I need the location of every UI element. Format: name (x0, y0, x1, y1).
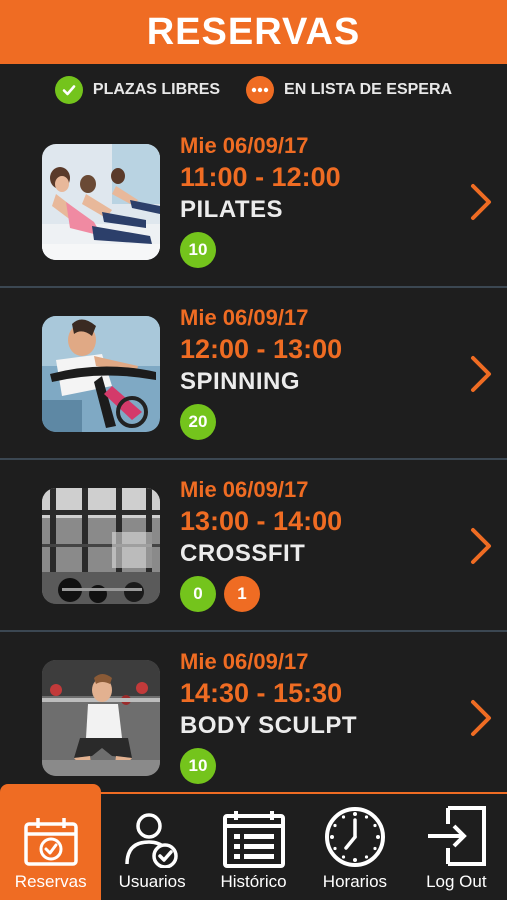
calendar-list-icon (222, 811, 285, 868)
class-time: 14:30 - 15:30 (180, 678, 343, 708)
class-time: 13:00 - 14:00 (180, 506, 343, 536)
free-spots-badge: 10 (180, 232, 216, 268)
class-card-body-sculpt[interactable]: Mie 06/09/17 14:30 - 15:30 BODY SCULPT 1… (0, 632, 507, 804)
bottom-nav: Reservas Usuarios Histórico Horarios Log… (0, 784, 507, 900)
nav-horarios[interactable]: Horarios (304, 794, 405, 900)
class-date: Mie 06/09/17 (180, 133, 309, 158)
nav-historico-label: Histórico (220, 872, 287, 891)
calendar-check-icon (23, 818, 78, 866)
chevron-right-icon[interactable] (469, 354, 493, 394)
nav-horarios-label: Horarios (322, 872, 388, 891)
class-name: BODY SCULPT (180, 712, 358, 739)
class-name: CROSSFIT (180, 540, 306, 567)
header-bar: RESERVAS (0, 0, 507, 64)
class-card-crossfit[interactable]: Mie 06/09/17 13:00 - 14:00 CROSSFIT 0 1 (0, 460, 507, 632)
waitlist-badge: 1 (224, 576, 260, 612)
crossfit-photo (42, 488, 160, 604)
class-list: Mie 06/09/17 11:00 - 12:00 PILATES 10 Mi… (0, 116, 507, 804)
nav-historico[interactable]: Histórico (203, 794, 304, 900)
class-info: Mie 06/09/17 13:00 - 14:00 CROSSFIT 0 1 (180, 476, 342, 612)
class-card-spinning[interactable]: Mie 06/09/17 12:00 - 13:00 SPINNING 20 (0, 288, 507, 460)
class-date: Mie 06/09/17 (180, 305, 309, 330)
more-dots-icon (246, 76, 275, 104)
legend-free-label: PLAZAS LIBRES (92, 81, 221, 98)
class-name: SPINNING (180, 368, 301, 395)
nav-usuarios[interactable]: Usuarios (101, 794, 202, 900)
legend: PLAZAS LIBRES EN LISTA DE ESPERA (0, 64, 507, 116)
nav-logout[interactable]: Log Out (406, 794, 507, 900)
check-circle-icon (54, 76, 83, 104)
nav-reservas[interactable]: Reservas (0, 784, 102, 900)
availability-badges: 0 1 (180, 576, 342, 612)
free-spots-badge: 20 (180, 404, 216, 440)
logout-icon (428, 806, 487, 866)
free-spots-badge: 10 (180, 748, 216, 784)
availability-badges: 20 (180, 404, 342, 440)
chevron-right-icon[interactable] (469, 526, 493, 566)
pilates-photo (42, 144, 160, 260)
app: RESERVAS PLAZAS LIBRES EN LISTA DE ESPER… (0, 0, 507, 900)
availability-badges: 10 (180, 748, 357, 784)
legend-waitlist: EN LISTA DE ESPERA (246, 76, 452, 104)
class-time: 12:00 - 13:00 (180, 334, 343, 364)
spinning-photo (42, 316, 160, 432)
class-info: Mie 06/09/17 11:00 - 12:00 PILATES 10 (180, 132, 341, 268)
class-name: PILATES (180, 196, 284, 223)
user-check-icon (125, 813, 178, 868)
class-date: Mie 06/09/17 (180, 649, 309, 674)
class-card-pilates[interactable]: Mie 06/09/17 11:00 - 12:00 PILATES 10 (0, 116, 507, 288)
chevron-right-icon[interactable] (469, 698, 493, 738)
clock-icon (324, 807, 385, 867)
class-date: Mie 06/09/17 (180, 477, 309, 502)
availability-badges: 10 (180, 232, 341, 268)
class-info: Mie 06/09/17 12:00 - 13:00 SPINNING 20 (180, 304, 342, 440)
chevron-right-icon[interactable] (469, 182, 493, 222)
free-spots-badge: 0 (180, 576, 216, 612)
legend-free: PLAZAS LIBRES (54, 76, 221, 104)
page-title: RESERVAS (146, 10, 361, 53)
body-sculpt-photo (42, 660, 160, 776)
nav-logout-label: Log Out (426, 872, 487, 891)
class-info: Mie 06/09/17 14:30 - 15:30 BODY SCULPT 1… (180, 648, 357, 784)
legend-waitlist-label: EN LISTA DE ESPERA (284, 81, 453, 98)
class-time: 11:00 - 12:00 (180, 162, 341, 192)
nav-reservas-label: Reservas (14, 872, 87, 891)
nav-usuarios-label: Usuarios (118, 872, 186, 891)
